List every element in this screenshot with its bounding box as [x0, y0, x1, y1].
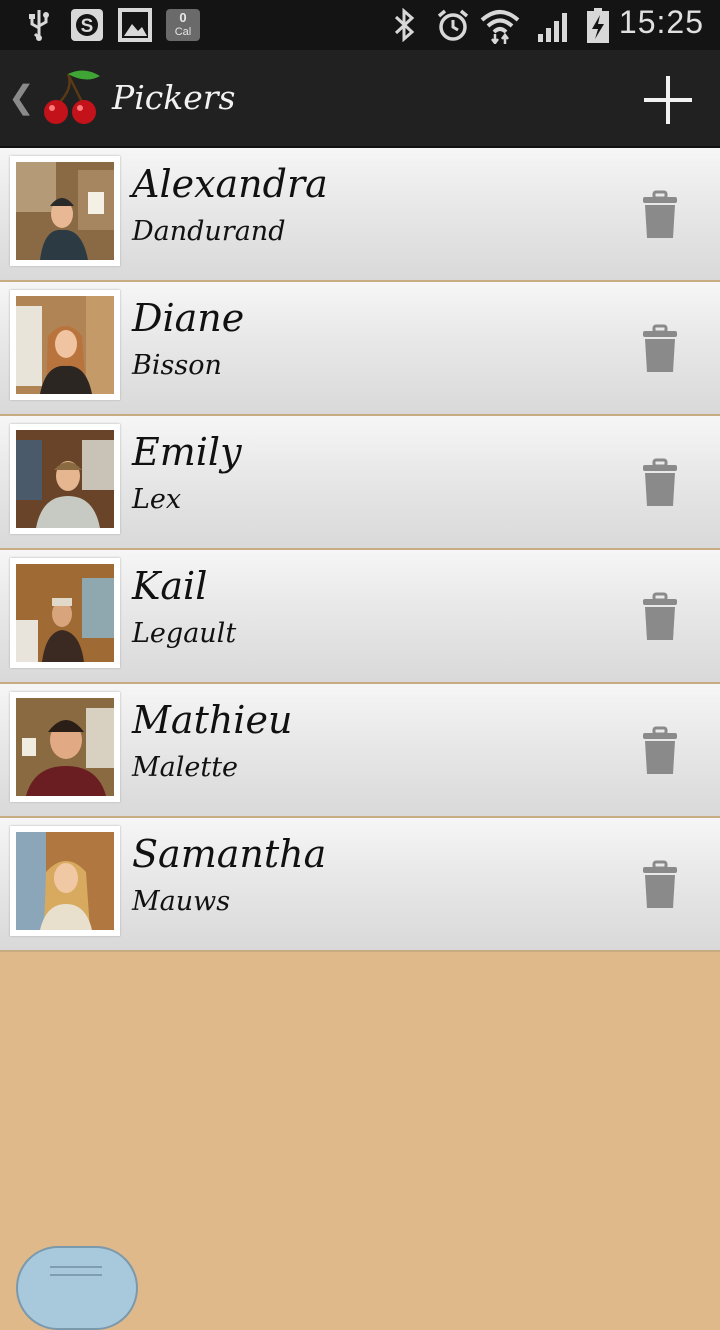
- status-bar: S 0 Cal 15:25: [0, 0, 720, 50]
- handle-lines-icon: [50, 1266, 102, 1276]
- usb-icon: [29, 10, 49, 41]
- trash-icon[interactable]: [640, 458, 680, 508]
- trash-icon[interactable]: [640, 726, 680, 776]
- list-item[interactable]: Mathieu Malette: [0, 684, 720, 818]
- list-item[interactable]: Kail Legault: [0, 550, 720, 684]
- list-item[interactable]: Alexandra Dandurand: [0, 148, 720, 282]
- last-name: Dandurand: [132, 216, 286, 247]
- svg-text:S: S: [81, 16, 94, 37]
- avatar: [10, 424, 120, 534]
- avatar: [10, 558, 120, 668]
- first-name: Alexandra: [132, 162, 328, 206]
- battery-icon: [587, 8, 609, 43]
- avatar: [10, 692, 120, 802]
- calorie-icon: 0 Cal: [166, 9, 200, 41]
- first-name: Diane: [132, 296, 245, 340]
- trash-icon[interactable]: [640, 592, 680, 642]
- avatar: [10, 156, 120, 266]
- person-photo: [16, 832, 114, 930]
- wifi-icon: [480, 10, 520, 44]
- trash-icon[interactable]: [640, 190, 680, 240]
- last-name: Legault: [132, 618, 237, 649]
- pickers-list: Alexandra Dandurand Diane Bisson Emily L…: [0, 148, 720, 952]
- first-name: Mathieu: [132, 698, 293, 742]
- back-chevron-icon[interactable]: ❮: [8, 78, 35, 116]
- alarm-icon: [437, 9, 469, 41]
- s-app-icon: S: [71, 9, 103, 41]
- trash-icon[interactable]: [640, 324, 680, 374]
- person-photo: [16, 698, 114, 796]
- person-photo: [16, 430, 114, 528]
- list-item[interactable]: Diane Bisson: [0, 282, 720, 416]
- person-photo: [16, 162, 114, 260]
- first-name: Samantha: [132, 832, 327, 876]
- last-name: Lex: [132, 484, 182, 515]
- last-name: Bisson: [132, 350, 222, 381]
- list-item[interactable]: Emily Lex: [0, 416, 720, 550]
- last-name: Mauws: [132, 886, 231, 917]
- calorie-label: Cal: [174, 26, 192, 38]
- list-item[interactable]: Samantha Mauws: [0, 818, 720, 952]
- floating-handle-button[interactable]: [16, 1246, 138, 1330]
- person-photo: [16, 564, 114, 662]
- avatar: [10, 290, 120, 400]
- calorie-count: 0: [179, 10, 187, 25]
- person-photo: [16, 296, 114, 394]
- first-name: Emily: [132, 430, 242, 474]
- first-name: Kail: [132, 564, 208, 608]
- action-bar: ❮ Pickers: [0, 50, 720, 148]
- last-name: Malette: [132, 752, 239, 783]
- add-icon[interactable]: [642, 74, 694, 126]
- avatar: [10, 826, 120, 936]
- page-title: Pickers: [112, 78, 236, 117]
- bluetooth-icon: [394, 8, 415, 42]
- signal-icon: [538, 13, 567, 42]
- gallery-icon: [118, 8, 152, 42]
- trash-icon[interactable]: [640, 860, 680, 910]
- cherry-logo-icon[interactable]: [40, 68, 104, 130]
- clock: 15:25: [618, 4, 704, 40]
